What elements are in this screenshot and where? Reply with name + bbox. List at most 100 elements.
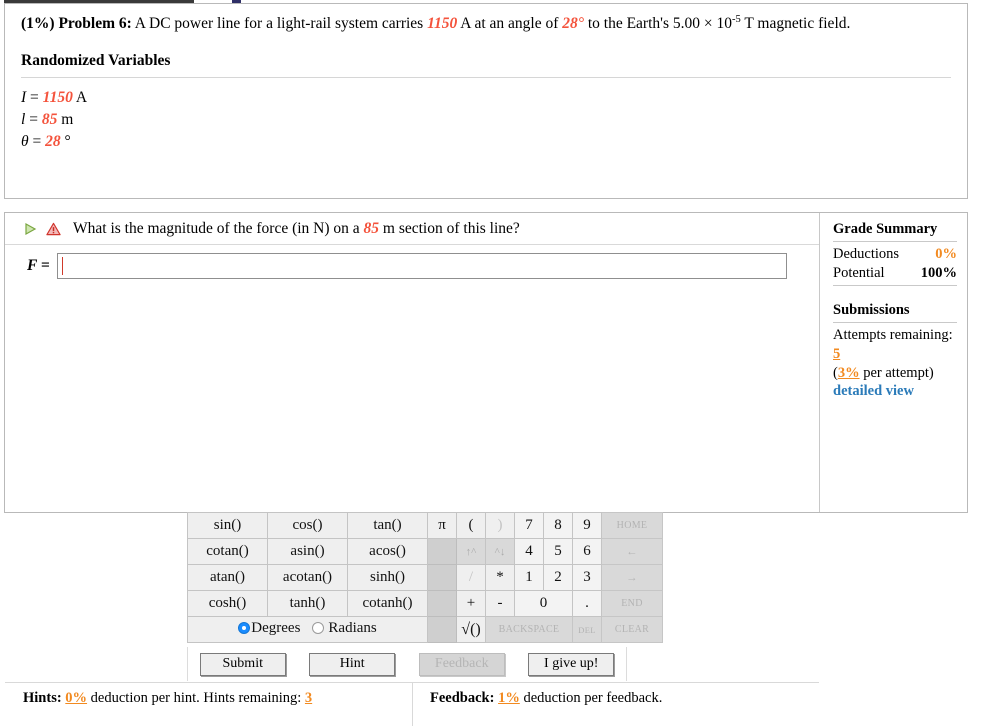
give-up-button[interactable]: I give up!: [528, 652, 615, 676]
hints-deduction-value: 0%: [65, 690, 88, 706]
key-sinh[interactable]: sinh(): [347, 564, 428, 591]
key-divide[interactable]: /: [456, 564, 486, 591]
feedback-button[interactable]: Feedback: [418, 652, 505, 676]
key-end[interactable]: END: [601, 590, 663, 617]
variable-name-theta: θ: [21, 133, 29, 151]
attempts-value: 5: [833, 345, 841, 362]
answer-entry-row: F =: [5, 249, 819, 283]
feedback-deduction-value: 1%: [498, 690, 520, 706]
key-backspace[interactable]: BACKSPACE: [485, 616, 573, 643]
key-spacer-3: [427, 590, 457, 617]
key-tanh[interactable]: tanh(): [267, 590, 348, 617]
variable-value-theta: 28: [45, 133, 61, 151]
hints-remaining-value: 3: [304, 690, 313, 706]
variable-unit-theta: °: [64, 133, 71, 151]
key-home[interactable]: HOME: [601, 512, 663, 539]
key-plus[interactable]: +: [456, 590, 486, 617]
keypad-row-5: Degrees Radians √() BACKSPACE DEL CLEAR: [187, 616, 663, 643]
key-8[interactable]: 8: [543, 512, 573, 539]
key-acos[interactable]: acos(): [347, 538, 428, 565]
action-button-bar: Submit Hint Feedback I give up!: [187, 647, 627, 681]
key-cosh[interactable]: cosh(): [187, 590, 268, 617]
key-asin[interactable]: asin(): [267, 538, 348, 565]
key-subscript[interactable]: ^↓: [485, 538, 515, 565]
feedback-label: Feedback:: [430, 690, 495, 706]
problem-label: Problem 6:: [58, 15, 132, 32]
hints-label: Hints:: [23, 690, 62, 706]
answer-panel: What is the magnitude of the force (in N…: [4, 212, 968, 726]
key-arrow-right[interactable]: →: [601, 564, 663, 591]
key-4[interactable]: 4: [514, 538, 544, 565]
problem-statement-panel: (1%) Problem 6: A DC power line for a li…: [4, 3, 968, 199]
key-superscript[interactable]: ↑^: [456, 538, 486, 565]
key-cotan[interactable]: cotan(): [187, 538, 268, 565]
key-sin[interactable]: sin(): [187, 512, 268, 539]
key-2[interactable]: 2: [543, 564, 573, 591]
answer-input-wrapper[interactable]: [56, 253, 787, 279]
hint-button[interactable]: Hint: [309, 652, 396, 676]
key-multiply[interactable]: *: [485, 564, 515, 591]
answer-input[interactable]: [57, 254, 786, 278]
attempts-label: Attempts remaining:: [833, 327, 953, 344]
question-text: What is the magnitude of the force (in N…: [73, 220, 520, 238]
problem-text-3: to the Earth's 5.00 × 10: [583, 15, 732, 32]
key-decimal-point[interactable]: .: [572, 590, 602, 617]
key-5[interactable]: 5: [543, 538, 573, 565]
key-cotanh[interactable]: cotanh(): [347, 590, 428, 617]
variable-eq-I: =: [30, 89, 39, 107]
radio-radians[interactable]: Radians: [311, 620, 377, 637]
answer-main-area: What is the magnitude of the force (in N…: [5, 213, 820, 726]
key-pi[interactable]: π: [427, 512, 457, 539]
radio-radians-dot[interactable]: [311, 622, 324, 635]
key-6[interactable]: 6: [572, 538, 602, 565]
key-3[interactable]: 3: [572, 564, 602, 591]
key-spacer-4: [427, 616, 457, 643]
text-cursor: [61, 257, 63, 275]
potential-value: 100%: [920, 264, 957, 281]
key-cos[interactable]: cos(): [267, 512, 348, 539]
key-clear[interactable]: CLEAR: [601, 616, 663, 643]
math-keypad[interactable]: sin() cos() tan() π ( ) 7 8 9 HOME cotan…: [187, 512, 663, 643]
play-triangle-icon[interactable]: [23, 222, 37, 236]
potential-label: Potential: [833, 264, 885, 281]
key-tan[interactable]: tan(): [347, 512, 428, 539]
key-sqrt[interactable]: √(): [456, 616, 486, 643]
key-9[interactable]: 9: [572, 512, 602, 539]
variable-row-theta: θ = 28 °: [21, 131, 967, 153]
key-arrow-left[interactable]: ←: [601, 538, 663, 565]
question-text-1: What is the magnitude of the force (in N…: [73, 219, 364, 237]
key-atan[interactable]: atan(): [187, 564, 268, 591]
radio-degrees[interactable]: Degrees: [238, 620, 300, 637]
question-length-value: 85: [363, 219, 380, 237]
feedback-text: deduction per feedback.: [519, 690, 663, 706]
keypad-row-4: cosh() tanh() cotanh() + - 0 . END: [187, 590, 663, 617]
key-acotan[interactable]: acotan(): [267, 564, 348, 591]
key-paren-open[interactable]: (: [456, 512, 486, 539]
submissions-divider: [833, 322, 957, 324]
key-1[interactable]: 1: [514, 564, 544, 591]
variable-unit-I: A: [75, 89, 88, 107]
key-0[interactable]: 0: [514, 590, 573, 617]
key-del[interactable]: DEL: [572, 616, 602, 643]
per-attempt-text: per attempt): [859, 364, 934, 381]
grade-summary-divider-2: [833, 285, 957, 287]
question-row: What is the magnitude of the force (in N…: [5, 213, 819, 245]
per-attempt-row: (3% per attempt): [833, 364, 957, 383]
warning-triangle-icon[interactable]: [46, 222, 61, 236]
randomized-variables-heading: Randomized Variables: [21, 52, 171, 70]
grade-summary-sidebar: Grade Summary Deductions 0% Potential 10…: [821, 213, 967, 512]
variable-eq-theta: =: [32, 133, 42, 151]
variable-unit-l: m: [61, 111, 74, 129]
variable-name-l: l: [21, 111, 26, 129]
key-minus[interactable]: -: [485, 590, 515, 617]
detailed-view-link[interactable]: detailed view: [833, 383, 914, 399]
key-paren-close[interactable]: ): [485, 512, 515, 539]
submit-button[interactable]: Submit: [199, 652, 286, 676]
answer-label: F =: [27, 257, 50, 274]
variable-value-I: 1150: [42, 89, 73, 107]
keypad-row-2: cotan() asin() acos() ↑^ ^↓ 4 5 6 ←: [187, 538, 663, 565]
angle-mode-selector[interactable]: Degrees Radians: [187, 616, 428, 643]
radio-degrees-dot[interactable]: [238, 622, 251, 635]
key-7[interactable]: 7: [514, 512, 544, 539]
deductions-value: 0%: [935, 246, 957, 262]
